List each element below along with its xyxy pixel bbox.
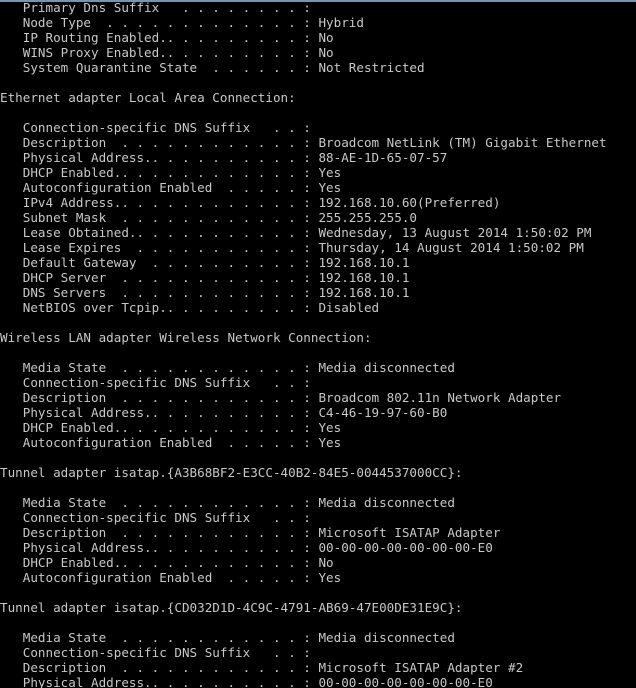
detail-row: Connection-specific DNS Suffix . . : — [0, 645, 319, 660]
blank-after-header-tunnel-adapter-isatap-2 — [0, 615, 636, 630]
detail-row: Physical Address.. . . . . . . . . . : 0… — [0, 675, 493, 688]
detail-row: DNS Servers . . . . . . . . . . . . : 19… — [0, 285, 410, 300]
detail-row: DHCP Server . . . . . . . . . . . . : 19… — [0, 270, 410, 285]
blank-after-header-wireless-lan-adapter-wireless-network-connection — [0, 345, 636, 360]
detail-row: WINS Proxy Enabled.. . . . . . . . . : N… — [0, 45, 334, 60]
blank-after-header-tunnel-adapter-isatap-1 — [0, 480, 636, 495]
detail-row: Lease Obtained.. . . . . . . . . . . : W… — [0, 225, 592, 240]
detail-row: Media State . . . . . . . . . . . . : Me… — [0, 630, 455, 645]
section-header-tunnel-adapter-isatap-1: Tunnel adapter isatap.{A3B68BF2-E3CC-40B… — [0, 465, 463, 480]
detail-row: DHCP Enabled.. . . . . . . . . . . . : N… — [0, 555, 334, 570]
blank-after-section-ethernet-adapter-local-area-connection — [0, 315, 636, 330]
detail-row: Physical Address.. . . . . . . . . . : 0… — [0, 540, 493, 555]
detail-row: Connection-specific DNS Suffix . . : — [0, 510, 319, 525]
detail-row: Autoconfiguration Enabled . . . . . : Ye… — [0, 570, 342, 585]
detail-row: Node Type . . . . . . . . . . . . . : Hy… — [0, 15, 364, 30]
blank-after-section-host-summary — [0, 75, 636, 90]
detail-row: Connection-specific DNS Suffix . . : — [0, 120, 319, 135]
detail-row: Autoconfiguration Enabled . . . . . : Ye… — [0, 180, 342, 195]
detail-row: Description . . . . . . . . . . . . : Br… — [0, 135, 607, 150]
detail-row: Description . . . . . . . . . . . . : Br… — [0, 390, 562, 405]
detail-row: Lease Expires . . . . . . . . . . . : Th… — [0, 240, 584, 255]
detail-row: DHCP Enabled.. . . . . . . . . . . . : Y… — [0, 420, 342, 435]
console-output-area[interactable]: Primary Dns Suffix . . . . . . . . : Nod… — [0, 0, 636, 688]
detail-row: Physical Address.. . . . . . . . . . : 8… — [0, 150, 448, 165]
detail-row: DHCP Enabled.. . . . . . . . . . . . : Y… — [0, 165, 342, 180]
detail-row: IP Routing Enabled.. . . . . . . . . : N… — [0, 30, 334, 45]
detail-row: Description . . . . . . . . . . . . : Mi… — [0, 525, 501, 540]
detail-row: IPv4 Address.. . . . . . . . . . . . : 1… — [0, 195, 501, 210]
detail-row: Media State . . . . . . . . . . . . : Me… — [0, 360, 455, 375]
detail-row: Subnet Mask . . . . . . . . . . . . : 25… — [0, 210, 418, 225]
blank-after-section-wireless-lan-adapter-wireless-network-connection — [0, 450, 636, 465]
blank-after-header-ethernet-adapter-local-area-connection — [0, 105, 636, 120]
section-header-tunnel-adapter-isatap-2: Tunnel adapter isatap.{CD032D1D-4C9C-479… — [0, 600, 463, 615]
detail-row: Connection-specific DNS Suffix . . : — [0, 375, 319, 390]
section-header-wireless-lan-adapter-wireless-network-connection: Wireless LAN adapter Wireless Network Co… — [0, 330, 372, 345]
detail-row: NetBIOS over Tcpip.. . . . . . . . . : D… — [0, 300, 380, 315]
detail-row: Primary Dns Suffix . . . . . . . . : — [0, 0, 319, 15]
blank-after-section-tunnel-adapter-isatap-1 — [0, 585, 636, 600]
detail-row: Description . . . . . . . . . . . . : Mi… — [0, 660, 524, 675]
detail-row: Default Gateway . . . . . . . . . . : 19… — [0, 255, 410, 270]
detail-row: System Quarantine State . . . . . . : No… — [0, 60, 425, 75]
detail-row: Media State . . . . . . . . . . . . : Me… — [0, 495, 455, 510]
window-top-border — [0, 0, 636, 2]
section-header-ethernet-adapter-local-area-connection: Ethernet adapter Local Area Connection: — [0, 90, 296, 105]
detail-row: Autoconfiguration Enabled . . . . . : Ye… — [0, 435, 342, 450]
detail-row: Physical Address.. . . . . . . . . . : C… — [0, 405, 448, 420]
